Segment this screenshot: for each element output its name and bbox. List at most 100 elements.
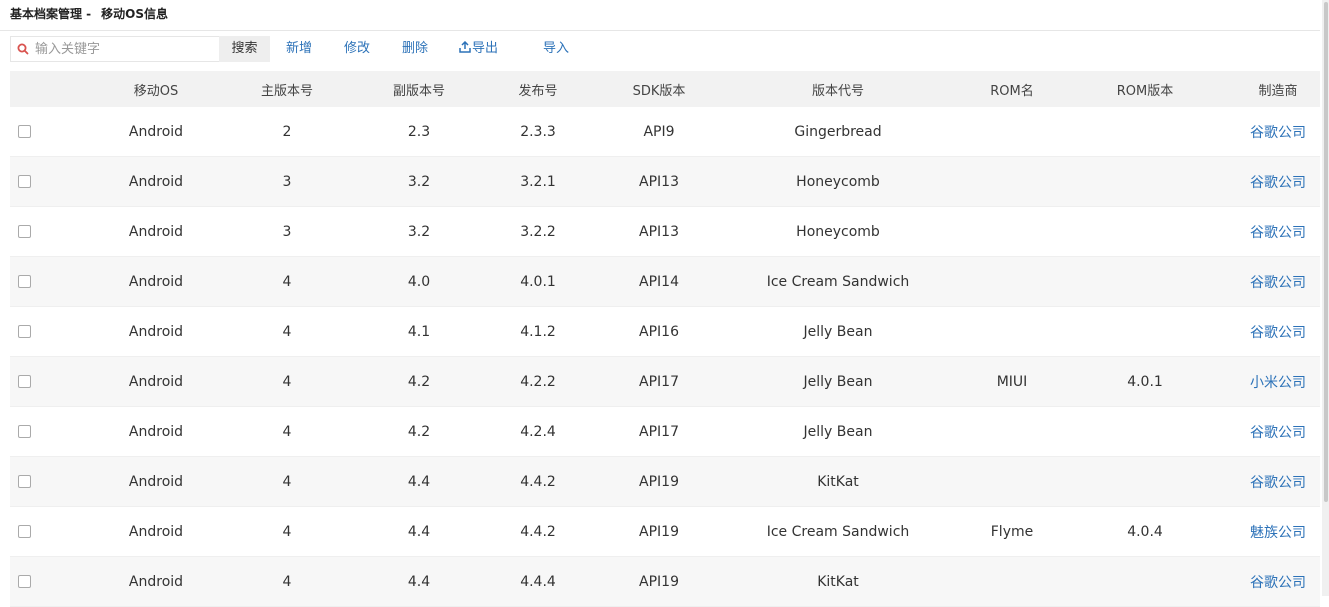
cell-maker[interactable]: 谷歌公司 [1250,407,1306,456]
cell-maker[interactable]: 谷歌公司 [1250,257,1306,306]
table-row[interactable]: Android 4 4.2 4.2.2 API17 Jelly Bean MIUI 4.0.1… [10,357,1320,407]
cell-os: Android [128,123,184,140]
table-row[interactable]: Android 4 4.4 4.4.2 API19 Ice Cream Sandwich F… [10,507,1320,557]
cell-release: 4.0.1 [520,273,556,290]
cell-rom-version: 4.0.1 [1127,373,1163,390]
col-header-release: 发布号 [518,83,558,99]
cell-major: 2 [282,123,292,140]
col-header-rom-version: ROM版本 [1116,83,1174,99]
cell-maker[interactable]: 小米公司 [1250,357,1306,406]
search-box [10,36,219,62]
cell-sdk: API13 [639,173,679,190]
row-checkbox[interactable] [18,124,31,138]
table-row[interactable]: Android 4 4.2 4.2.4 API17 Jelly Bean 谷歌公司 [10,407,1320,457]
cell-major: 4 [282,323,292,340]
table-row[interactable]: Android 2 2.3 2.3.3 API9 Gingerbread 谷歌公司 [10,107,1320,157]
scrollbar-thumb[interactable] [1324,2,1328,502]
row-checkbox[interactable] [18,424,31,438]
row-checkbox[interactable] [18,174,31,188]
cell-minor: 3.2 [407,173,431,190]
cell-maker[interactable]: 谷歌公司 [1250,157,1306,206]
cell-release: 3.2.1 [520,173,556,190]
row-checkbox[interactable] [18,524,31,538]
cell-os: Android [128,573,184,590]
export-button[interactable]: 导出 [459,36,498,62]
table-row[interactable]: Android 4 4.4 4.4.4 API19 KitKat 谷歌公司 [10,557,1320,607]
row-checkbox[interactable] [18,274,31,288]
cell-maker[interactable]: 魅族公司 [1250,507,1306,556]
cell-os: Android [128,173,184,190]
edit-button[interactable]: 修改 [344,36,370,62]
cell-release: 4.4.2 [520,473,556,490]
cell-codename: KitKat [817,473,859,490]
cell-rom-name: MIUI [996,373,1028,390]
table-row[interactable]: Android 4 4.1 4.1.2 API16 Jelly Bean 谷歌公司 [10,307,1320,357]
add-button[interactable]: 新增 [286,36,312,62]
search-button[interactable]: 搜索 [219,36,270,62]
cell-codename: Gingerbread [794,123,882,140]
cell-maker[interactable]: 谷歌公司 [1250,307,1306,356]
cell-minor: 4.4 [407,473,431,490]
cell-os: Android [128,223,184,240]
cell-codename: Honeycomb [796,223,880,240]
cell-minor: 4.0 [407,273,431,290]
cell-release: 4.4.2 [520,523,556,540]
toolbar: 搜索 新增 修改 删除 导出 导入 [10,36,1310,62]
cell-release: 2.3.3 [520,123,556,140]
cell-sdk: API19 [639,473,679,490]
cell-major: 3 [282,173,292,190]
cell-codename: Jelly Bean [803,323,873,340]
table-header: 移动OS 主版本号 副版本号 发布号 SDK版本 版本代号 ROM名 ROM版本… [10,71,1320,107]
cell-rom-name: Flyme [990,523,1034,540]
table-row[interactable]: Android 3 3.2 3.2.2 API13 Honeycomb 谷歌公司 [10,207,1320,257]
cell-release: 3.2.2 [520,223,556,240]
cell-major: 4 [282,373,292,390]
table-row[interactable]: Android 4 4.0 4.0.1 API14 Ice Cream Sandwich 谷… [10,257,1320,307]
page-title: 基本档案管理 - 移动OS信息 [10,5,168,22]
title-divider [0,30,1320,31]
cell-codename: Jelly Bean [803,373,873,390]
cell-release: 4.2.2 [520,373,556,390]
delete-button[interactable]: 删除 [402,36,428,62]
cell-sdk: API19 [639,523,679,540]
cell-maker[interactable]: 谷歌公司 [1250,457,1306,506]
export-label: 导出 [472,41,499,56]
cell-codename: Ice Cream Sandwich [766,523,910,540]
cell-rom-version: 4.0.4 [1127,523,1163,540]
cell-minor: 2.3 [407,123,431,140]
cell-sdk: API13 [639,223,679,240]
col-header-maker: 制造商 [1258,83,1298,99]
col-header-codename: 版本代号 [811,83,865,99]
cell-major: 4 [282,473,292,490]
search-input[interactable] [35,39,215,59]
col-header-major: 主版本号 [260,83,314,99]
cell-sdk: API17 [639,373,679,390]
cell-codename: Jelly Bean [803,423,873,440]
title-page: 移动OS信息 [101,7,169,21]
cell-sdk: API19 [639,573,679,590]
cell-sdk: API17 [639,423,679,440]
cell-release: 4.2.4 [520,423,556,440]
row-checkbox[interactable] [18,224,31,238]
import-button[interactable]: 导入 [543,36,569,62]
cell-maker[interactable]: 谷歌公司 [1250,107,1306,156]
cell-maker[interactable]: 谷歌公司 [1250,207,1306,256]
col-header-os: 移动OS [133,83,179,99]
cell-release: 4.1.2 [520,323,556,340]
row-checkbox[interactable] [18,374,31,388]
search-icon [17,43,29,55]
cell-codename: KitKat [817,573,859,590]
table-row[interactable]: Android 4 4.4 4.4.2 API19 KitKat 谷歌公司 [10,457,1320,507]
row-checkbox[interactable] [18,324,31,338]
row-checkbox[interactable] [18,474,31,488]
row-checkbox[interactable] [18,574,31,588]
cell-os: Android [128,373,184,390]
cell-os: Android [128,523,184,540]
title-section: 基本档案管理 - [10,7,92,21]
col-header-rom-name: ROM名 [990,83,1034,99]
table-row[interactable]: Android 3 3.2 3.2.1 API13 Honeycomb 谷歌公司 [10,157,1320,207]
cell-maker[interactable]: 谷歌公司 [1250,557,1306,606]
cell-major: 3 [282,223,292,240]
cell-minor: 4.2 [407,423,431,440]
cell-os: Android [128,323,184,340]
